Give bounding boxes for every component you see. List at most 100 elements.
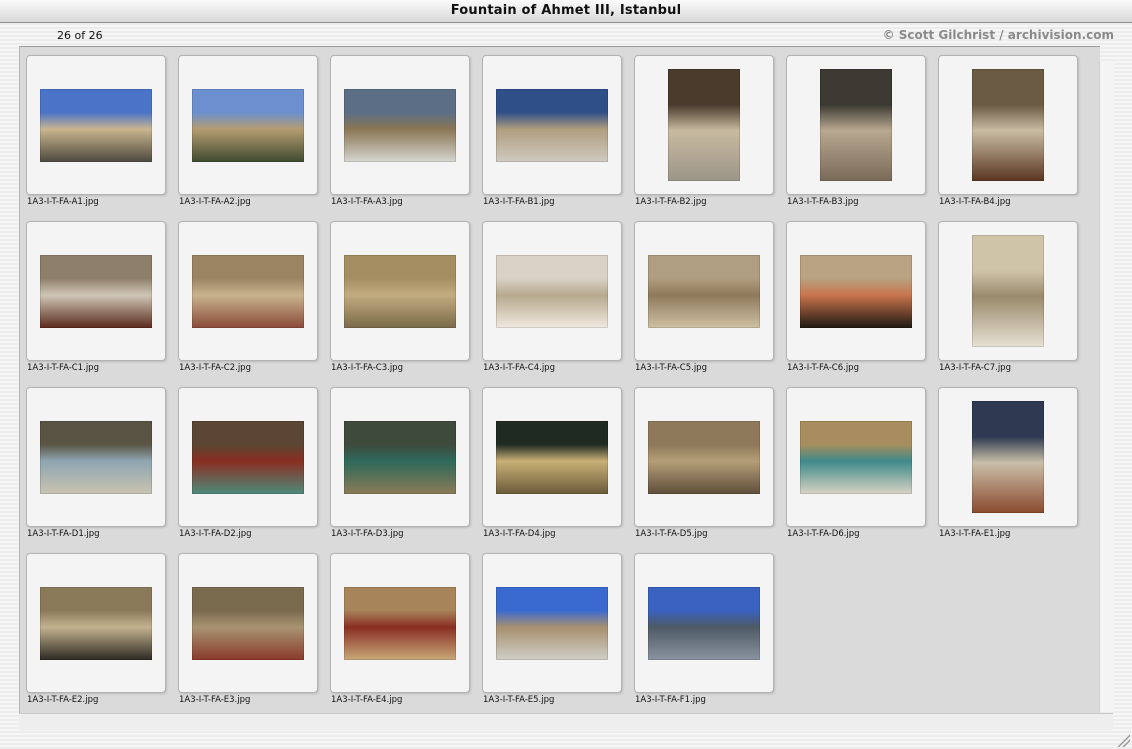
thumbnail-item[interactable]: 1A3-I-T-FA-D3.jpg — [330, 387, 470, 553]
thumbnail-item[interactable]: 1A3-I-T-FA-E4.jpg — [330, 553, 470, 719]
thumbnail-image[interactable] — [496, 587, 608, 660]
slide-mount[interactable] — [26, 221, 166, 361]
thumbnail-image[interactable] — [40, 89, 152, 162]
thumbnail-image[interactable] — [648, 255, 760, 328]
thumbnail-image[interactable] — [972, 401, 1044, 513]
thumbnail-image[interactable] — [344, 255, 456, 328]
thumbnail-filename: 1A3-I-T-FA-C6.jpg — [787, 363, 859, 373]
slide-mount[interactable] — [482, 55, 622, 195]
slide-mount[interactable] — [178, 553, 318, 693]
slide-mount[interactable] — [26, 553, 166, 693]
slide-mount[interactable] — [482, 221, 622, 361]
thumbnail-image[interactable] — [972, 69, 1044, 181]
thumbnail-grid: 1A3-I-T-FA-A1.jpg 1A3-I-T-FA-A2.jpg 1A3-I-… — [19, 46, 1100, 713]
thumbnail-filename: 1A3-I-T-FA-C1.jpg — [27, 363, 99, 373]
thumbnail-item[interactable]: 1A3-I-T-FA-B3.jpg — [786, 55, 926, 221]
slide-mount[interactable] — [330, 387, 470, 527]
thumbnail-item[interactable]: 1A3-I-T-FA-E5.jpg — [482, 553, 622, 719]
thumbnail-image[interactable] — [344, 587, 456, 660]
thumbnail-item[interactable]: 1A3-I-T-FA-E1.jpg — [938, 387, 1078, 553]
slide-mount[interactable] — [482, 553, 622, 693]
thumbnail-item[interactable]: 1A3-I-T-FA-E3.jpg — [178, 553, 318, 719]
thumbnail-image[interactable] — [800, 421, 912, 494]
thumbnail-filename: 1A3-I-T-FA-E2.jpg — [27, 695, 99, 705]
slide-mount[interactable] — [938, 221, 1078, 361]
thumbnail-image[interactable] — [40, 587, 152, 660]
slide-mount[interactable] — [786, 221, 926, 361]
vertical-scrollbar[interactable] — [1099, 62, 1114, 712]
slide-mount[interactable] — [178, 55, 318, 195]
thumbnail-item[interactable]: 1A3-I-T-FA-F1.jpg — [634, 553, 774, 719]
thumbnail-filename: 1A3-I-T-FA-D5.jpg — [635, 529, 708, 539]
thumbnail-filename: 1A3-I-T-FA-C2.jpg — [179, 363, 251, 373]
slide-mount[interactable] — [26, 387, 166, 527]
thumbnail-item[interactable]: 1A3-I-T-FA-B2.jpg — [634, 55, 774, 221]
copyright-credit: © Scott Gilchrist / archivision.com — [882, 28, 1114, 42]
thumbnail-filename: 1A3-I-T-FA-D6.jpg — [787, 529, 860, 539]
thumbnail-image[interactable] — [496, 89, 608, 162]
thumbnail-item[interactable]: 1A3-I-T-FA-C1.jpg — [26, 221, 166, 387]
thumbnail-filename: 1A3-I-T-FA-A3.jpg — [331, 197, 403, 207]
resize-grip-icon[interactable] — [1116, 733, 1130, 747]
thumbnail-item[interactable]: 1A3-I-T-FA-A1.jpg — [26, 55, 166, 221]
thumbnail-item[interactable]: 1A3-I-T-FA-C5.jpg — [634, 221, 774, 387]
thumbnail-filename: 1A3-I-T-FA-D2.jpg — [179, 529, 252, 539]
thumbnail-item[interactable]: 1A3-I-T-FA-D4.jpg — [482, 387, 622, 553]
thumbnail-image[interactable] — [800, 255, 912, 328]
thumbnail-image[interactable] — [344, 421, 456, 494]
thumbnail-filename: 1A3-I-T-FA-E1.jpg — [939, 529, 1011, 539]
thumbnail-image[interactable] — [668, 69, 740, 181]
thumbnail-image[interactable] — [496, 421, 608, 494]
thumbnail-item[interactable]: 1A3-I-T-FA-B4.jpg — [938, 55, 1078, 221]
thumbnail-item[interactable]: 1A3-I-T-FA-C2.jpg — [178, 221, 318, 387]
thumbnail-item[interactable]: 1A3-I-T-FA-D6.jpg — [786, 387, 926, 553]
slide-mount[interactable] — [634, 553, 774, 693]
thumbnail-item[interactable]: 1A3-I-T-FA-E2.jpg — [26, 553, 166, 719]
thumbnail-image[interactable] — [192, 587, 304, 660]
thumbnail-item[interactable]: 1A3-I-T-FA-C6.jpg — [786, 221, 926, 387]
thumbnail-image[interactable] — [496, 255, 608, 328]
slide-mount[interactable] — [330, 221, 470, 361]
thumbnail-item[interactable]: 1A3-I-T-FA-C3.jpg — [330, 221, 470, 387]
thumbnail-filename: 1A3-I-T-FA-E5.jpg — [483, 695, 555, 705]
thumbnail-image[interactable] — [192, 255, 304, 328]
window-title: Fountain of Ahmet III, Istanbul — [0, 0, 1132, 23]
thumbnail-image[interactable] — [648, 587, 760, 660]
thumbnail-filename: 1A3-I-T-FA-E3.jpg — [179, 695, 251, 705]
thumbnail-filename: 1A3-I-T-FA-C7.jpg — [939, 363, 1011, 373]
thumbnail-image[interactable] — [192, 421, 304, 494]
thumbnail-filename: 1A3-I-T-FA-C4.jpg — [483, 363, 555, 373]
thumbnail-image[interactable] — [192, 89, 304, 162]
thumbnail-image[interactable] — [648, 421, 760, 494]
thumbnail-item[interactable]: 1A3-I-T-FA-C7.jpg — [938, 221, 1078, 387]
slide-mount[interactable] — [634, 55, 774, 195]
thumbnail-item[interactable]: 1A3-I-T-FA-A2.jpg — [178, 55, 318, 221]
thumbnail-filename: 1A3-I-T-FA-D3.jpg — [331, 529, 404, 539]
slide-mount[interactable] — [330, 55, 470, 195]
slide-mount[interactable] — [178, 387, 318, 527]
thumbnail-filename: 1A3-I-T-FA-D4.jpg — [483, 529, 556, 539]
thumbnail-filename: 1A3-I-T-FA-A2.jpg — [179, 197, 251, 207]
thumbnail-filename: 1A3-I-T-FA-D1.jpg — [27, 529, 100, 539]
thumbnail-item[interactable]: 1A3-I-T-FA-C4.jpg — [482, 221, 622, 387]
thumbnail-image[interactable] — [344, 89, 456, 162]
thumbnail-image[interactable] — [40, 255, 152, 328]
slide-mount[interactable] — [634, 221, 774, 361]
slide-mount[interactable] — [178, 221, 318, 361]
thumbnail-item[interactable]: 1A3-I-T-FA-B1.jpg — [482, 55, 622, 221]
thumbnail-item[interactable]: 1A3-I-T-FA-A3.jpg — [330, 55, 470, 221]
slide-mount[interactable] — [786, 55, 926, 195]
slide-mount[interactable] — [330, 553, 470, 693]
thumbnail-item[interactable]: 1A3-I-T-FA-D5.jpg — [634, 387, 774, 553]
slide-mount[interactable] — [26, 55, 166, 195]
thumbnail-image[interactable] — [972, 235, 1044, 347]
thumbnail-item[interactable]: 1A3-I-T-FA-D2.jpg — [178, 387, 318, 553]
slide-mount[interactable] — [634, 387, 774, 527]
slide-mount[interactable] — [938, 55, 1078, 195]
slide-mount[interactable] — [938, 387, 1078, 527]
slide-mount[interactable] — [786, 387, 926, 527]
thumbnail-image[interactable] — [820, 69, 892, 181]
thumbnail-item[interactable]: 1A3-I-T-FA-D1.jpg — [26, 387, 166, 553]
thumbnail-image[interactable] — [40, 421, 152, 494]
slide-mount[interactable] — [482, 387, 622, 527]
